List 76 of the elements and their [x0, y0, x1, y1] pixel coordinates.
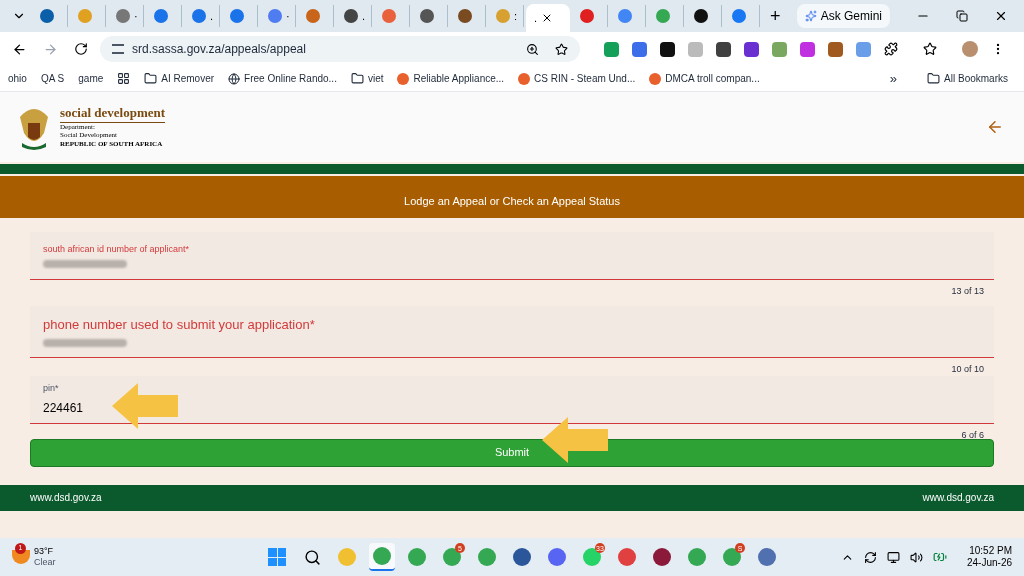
weather-condition: Clear — [34, 557, 56, 569]
network-icon[interactable] — [886, 550, 900, 564]
reload-icon[interactable] — [74, 42, 88, 56]
globe-icon — [228, 72, 241, 85]
extension-icon[interactable] — [660, 41, 675, 57]
windows-logo-icon — [268, 548, 286, 566]
new-tab-button[interactable]: + — [762, 2, 789, 30]
url-text: srd.sassa.gov.za/appeals/appeal — [132, 41, 307, 58]
profile-avatar[interactable] — [962, 41, 978, 57]
tab-title: · — [286, 10, 290, 22]
arrow-annotation-icon — [542, 417, 608, 463]
browser-tab[interactable]: . — [184, 5, 220, 27]
site-info-icon — [112, 44, 124, 54]
field-value: 224461 — [43, 399, 85, 417]
bookmark-item[interactable]: CS RIN - Steam Und... — [518, 71, 636, 86]
site-icon — [649, 72, 662, 85]
tab-title: . — [362, 10, 366, 22]
bookmark-item[interactable]: AI Remover — [144, 71, 215, 86]
browser-tab[interactable]: · — [108, 5, 144, 27]
browser-tab[interactable]: . — [336, 5, 372, 27]
restore-icon[interactable] — [956, 10, 968, 22]
field-label: south african id number of applicant* — [43, 243, 191, 257]
character-counter: 10 of 10 — [951, 362, 984, 376]
forward-icon[interactable] — [43, 41, 58, 57]
input-field[interactable]: phone number used to submit your application* — [30, 305, 994, 358]
bookmark-item[interactable]: ohio — [8, 71, 27, 86]
favorites-icon[interactable] — [923, 42, 937, 56]
extensions-icon[interactable] — [884, 42, 898, 56]
address-bar[interactable]: srd.sassa.gov.za/appeals/appeal — [100, 36, 580, 62]
extension-icon[interactable] — [744, 41, 759, 57]
apps-icon — [117, 72, 131, 85]
sync-icon[interactable] — [863, 550, 877, 564]
input-field[interactable]: south african id number of applicant* — [30, 232, 994, 280]
browser-tab[interactable]: . — [526, 4, 570, 32]
ask-gemini-button[interactable]: Ask Gemini — [796, 4, 890, 28]
site-icon — [397, 72, 410, 85]
bookmark-item[interactable]: viet — [350, 71, 384, 86]
bookmark-item[interactable]: QA S — [40, 71, 65, 86]
browser-tab[interactable]: : — [488, 5, 524, 27]
banner-title: Lodge an Appeal or Check an Appeal Status — [404, 193, 620, 209]
tab-title: . — [210, 10, 214, 22]
folder-icon — [144, 72, 158, 85]
footer-link[interactable]: www.dsd.gov.za — [922, 490, 994, 505]
clock-time[interactable]: 10:52 PM — [969, 544, 1012, 557]
extension-icon[interactable] — [716, 41, 731, 57]
bookmark-item[interactable]: DMCA troll compan... — [649, 71, 760, 86]
bookmark-item[interactable] — [117, 72, 131, 85]
arrow-annotation-icon — [112, 383, 178, 429]
battery-icon[interactable] — [932, 550, 947, 564]
tab-title: · — [134, 10, 138, 22]
bookmark-item[interactable]: Reliable Appliance... — [397, 71, 505, 86]
site-icon — [518, 72, 531, 85]
input-field[interactable]: pin* 224461 — [30, 376, 994, 424]
clock-date[interactable]: 24-Jun-26 — [966, 557, 1012, 570]
search-icon — [303, 548, 321, 566]
character-counter: 13 of 13 — [951, 285, 984, 298]
folder-icon — [350, 72, 364, 85]
tab-title: . — [534, 12, 538, 24]
browser-tab[interactable]: · — [260, 5, 296, 27]
close-icon[interactable] — [994, 9, 1008, 23]
bookmark-item[interactable]: Free Online Rando... — [228, 71, 337, 86]
back-icon[interactable] — [12, 41, 27, 57]
field-label: pin* — [43, 382, 60, 396]
volume-icon[interactable] — [909, 550, 923, 564]
bookmark-item[interactable]: game — [78, 71, 104, 86]
bookmark-star-icon[interactable] — [555, 42, 568, 56]
more-bookmarks-button[interactable]: » — [889, 68, 898, 89]
footer-link[interactable]: www.dsd.gov.za — [30, 490, 102, 505]
sparkle-icon — [804, 10, 817, 22]
folder-icon — [927, 72, 941, 85]
field-label: phone number used to submit your application* — [43, 316, 316, 335]
tab-title: : — [514, 10, 518, 22]
logo-title: social development — [60, 105, 166, 123]
temperature: 93°F — [34, 545, 55, 557]
all-bookmarks-button[interactable]: All Bookmarks — [927, 71, 1008, 86]
zoom-icon[interactable] — [526, 42, 539, 56]
